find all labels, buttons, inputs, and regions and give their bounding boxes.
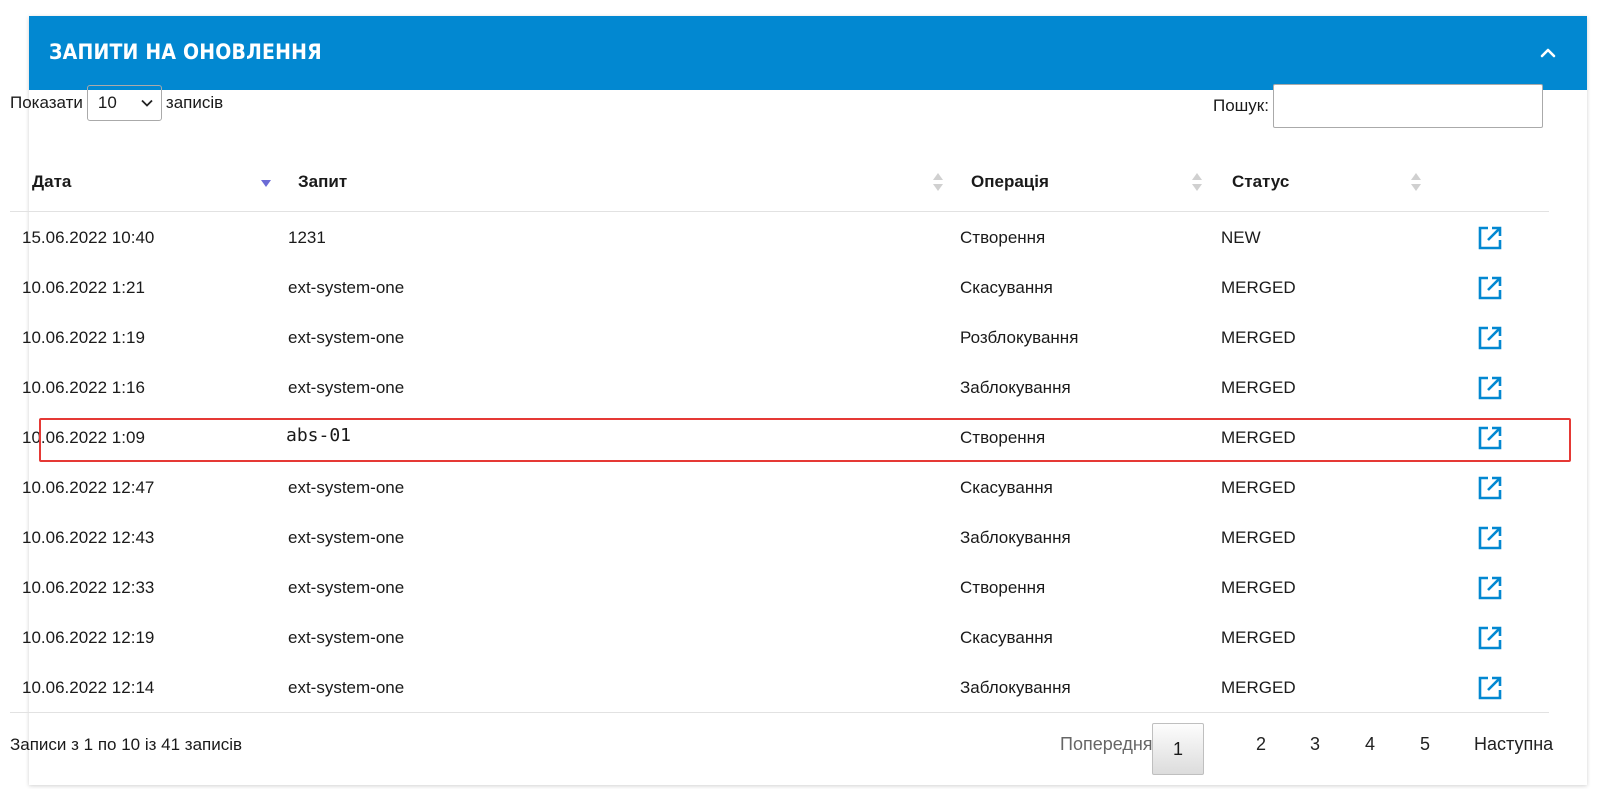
cell-operation: Розблокування	[960, 328, 1079, 347]
sort-desc-icon[interactable]	[261, 172, 271, 192]
column-header-status[interactable]: Статус	[1232, 172, 1289, 192]
cell-date: 15.06.2022 10:40	[22, 228, 155, 247]
external-link-icon[interactable]	[1477, 525, 1503, 551]
cell-status: MERGED	[1221, 478, 1296, 497]
cell-request: ext-system-one	[288, 328, 405, 347]
cell-operation: Створення	[960, 578, 1046, 597]
cell-operation: Створення	[960, 228, 1046, 247]
cell-request: ext-system-one	[288, 628, 405, 647]
pagination-page-1[interactable]: 1	[1152, 723, 1204, 775]
pagination-page-4[interactable]: 4	[1365, 734, 1375, 755]
cell-date: 10.06.2022 1:09	[22, 428, 145, 447]
page-length-control: Показати 10 записів	[10, 84, 223, 122]
cell-request: abs-01	[286, 425, 352, 446]
cell-request: ext-system-one	[288, 378, 405, 397]
records-label: записів	[165, 93, 224, 112]
sort-both-icon[interactable]	[1192, 172, 1202, 192]
cell-status: MERGED	[1221, 328, 1296, 347]
cell-status: MERGED	[1221, 378, 1296, 397]
cell-operation: Створення	[960, 428, 1046, 447]
cell-status: MERGED	[1221, 428, 1296, 447]
pagination-page-3[interactable]: 3	[1310, 734, 1320, 755]
pagination-next[interactable]: Наступна	[1474, 734, 1553, 755]
external-link-icon[interactable]	[1477, 675, 1503, 701]
cell-status: MERGED	[1221, 628, 1296, 647]
external-link-icon[interactable]	[1477, 625, 1503, 651]
pagination-page-2[interactable]: 2	[1256, 734, 1266, 755]
cell-request: 1231	[288, 228, 326, 247]
external-link-icon[interactable]	[1477, 325, 1503, 351]
cell-request: ext-system-one	[288, 528, 405, 547]
external-link-icon[interactable]	[1477, 425, 1503, 451]
page-size-select[interactable]: 10	[86, 85, 162, 121]
external-link-icon[interactable]	[1477, 575, 1503, 601]
table-info: Записи з 1 по 10 із 41 записів	[10, 735, 243, 754]
cell-status: MERGED	[1221, 528, 1296, 547]
search-label: Пошук:	[1213, 96, 1269, 115]
external-link-icon[interactable]	[1477, 275, 1503, 301]
table-row-highlighted: 10.06.2022 1:09 abs-01 Створення MERGED	[10, 412, 1549, 462]
table-row: 10.06.2022 1:19 ext-system-one Розблокув…	[10, 312, 1549, 362]
cell-date: 10.06.2022 12:43	[22, 528, 155, 547]
pagination-previous[interactable]: Попередня	[1060, 734, 1153, 755]
cell-operation: Скасування	[960, 278, 1053, 297]
chevron-down-icon	[141, 99, 153, 107]
external-link-icon[interactable]	[1477, 475, 1503, 501]
table-row: 10.06.2022 12:19 ext-system-one Скасуван…	[10, 612, 1549, 662]
cell-request: ext-system-one	[288, 578, 405, 597]
table-row: 10.06.2022 12:47 ext-system-one Скасуван…	[10, 462, 1549, 512]
cell-date: 10.06.2022 12:33	[22, 578, 155, 597]
sort-both-icon[interactable]	[933, 172, 943, 192]
cell-date: 10.06.2022 1:19	[22, 328, 145, 347]
cell-status: NEW	[1221, 228, 1261, 247]
chevron-up-icon[interactable]	[1537, 44, 1559, 62]
show-label: Показати	[10, 93, 83, 112]
panel-header: ЗАПИТИ НА ОНОВЛЕННЯ	[29, 16, 1587, 90]
cell-date: 10.06.2022 1:16	[22, 378, 145, 397]
table-row: 10.06.2022 12:14 ext-system-one Заблокув…	[10, 662, 1549, 712]
external-link-icon[interactable]	[1477, 225, 1503, 251]
cell-status: MERGED	[1221, 678, 1296, 697]
page-size-value: 10	[97, 93, 117, 112]
cell-operation: Скасування	[960, 478, 1053, 497]
footer-divider	[10, 712, 1549, 713]
external-link-icon[interactable]	[1477, 375, 1503, 401]
cell-request: ext-system-one	[288, 278, 405, 297]
search-input[interactable]	[1272, 84, 1543, 128]
table-row: 10.06.2022 12:43 ext-system-one Заблокув…	[10, 512, 1549, 562]
search-control: Пошук:	[1213, 84, 1543, 128]
column-header-operation[interactable]: Операція	[971, 172, 1049, 192]
column-header-request[interactable]: Запит	[298, 172, 347, 192]
cell-operation: Скасування	[960, 628, 1053, 647]
cell-operation: Заблокування	[960, 678, 1071, 697]
cell-date: 10.06.2022 1:21	[22, 278, 145, 297]
cell-date: 10.06.2022 12:14	[22, 678, 155, 697]
pagination-page-5[interactable]: 5	[1420, 734, 1430, 755]
cell-operation: Заблокування	[960, 528, 1071, 547]
table-row: 10.06.2022 12:33 ext-system-one Створенн…	[10, 562, 1549, 612]
cell-request: ext-system-one	[288, 678, 405, 697]
cell-request: ext-system-one	[288, 478, 405, 497]
cell-status: MERGED	[1221, 578, 1296, 597]
panel-title: ЗАПИТИ НА ОНОВЛЕННЯ	[49, 40, 322, 64]
sort-both-icon[interactable]	[1411, 172, 1421, 192]
table-row: 15.06.2022 10:40 1231 Створення NEW	[10, 212, 1549, 262]
cell-date: 10.06.2022 12:47	[22, 478, 155, 497]
cell-date: 10.06.2022 12:19	[22, 628, 155, 647]
cell-operation: Заблокування	[960, 378, 1071, 397]
table-row: 10.06.2022 1:21 ext-system-one Скасуванн…	[10, 262, 1549, 312]
table-header: Дата Запит Операція Статус	[10, 154, 1549, 212]
table-row: 10.06.2022 1:16 ext-system-one Заблокува…	[10, 362, 1549, 412]
pagination-page-label: 1	[1172, 738, 1183, 759]
column-header-date[interactable]: Дата	[32, 172, 71, 192]
cell-status: MERGED	[1221, 278, 1296, 297]
